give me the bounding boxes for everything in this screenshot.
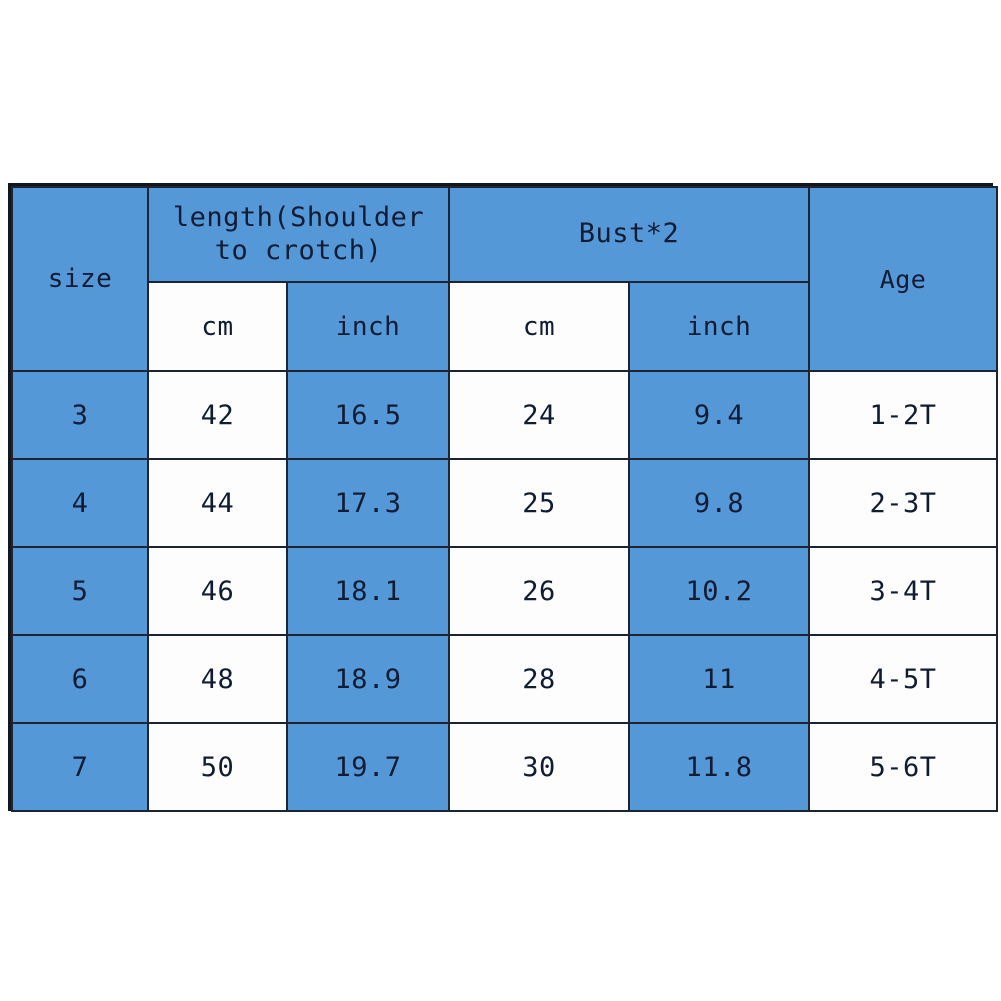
header-bust-inch: inch [628, 281, 811, 372]
cell-size: 6 [11, 634, 149, 724]
cell-bust-cm: 28 [448, 634, 631, 724]
size-chart-table-container: size length(Shoulder to crotch) Bust*2 A… [8, 183, 999, 812]
cell-length-inch: 18.9 [285, 634, 451, 724]
header-age: Age [808, 186, 999, 372]
cell-age: 1-2T [808, 370, 999, 460]
cell-length-inch: 17.3 [285, 458, 451, 548]
header-row-group: size length(Shoulder to crotch) Bust*2 A… [11, 186, 999, 372]
cell-size: 5 [11, 546, 149, 636]
header-length-inch: inch [285, 281, 451, 372]
table-row: 3 42 16.5 24 9.4 1-2T [11, 370, 999, 460]
table-row: 4 44 17.3 25 9.8 2-3T [11, 458, 999, 548]
cell-size: 7 [11, 722, 149, 812]
cell-length-inch: 19.7 [285, 722, 451, 812]
cell-age: 5-6T [808, 722, 999, 812]
cell-bust-inch: 11.8 [628, 722, 811, 812]
cell-length-inch: 18.1 [285, 546, 451, 636]
cell-bust-inch: 9.8 [628, 458, 811, 548]
cell-bust-inch: 11 [628, 634, 811, 724]
size-chart-table: size length(Shoulder to crotch) Bust*2 A… [11, 186, 999, 812]
cell-length-cm: 50 [147, 722, 288, 812]
table-row: 6 48 18.9 28 11 4-5T [11, 634, 999, 724]
cell-bust-inch: 9.4 [628, 370, 811, 460]
cell-bust-inch: 10.2 [628, 546, 811, 636]
cell-bust-cm: 24 [448, 370, 631, 460]
cell-size: 3 [11, 370, 149, 460]
table-row: 5 46 18.1 26 10.2 3-4T [11, 546, 999, 636]
header-length-group: length(Shoulder to crotch) [146, 186, 451, 283]
header-size: size [11, 186, 149, 372]
cell-bust-cm: 26 [448, 546, 631, 636]
cell-age: 3-4T [808, 546, 999, 636]
cell-size: 4 [11, 458, 149, 548]
cell-bust-cm: 30 [448, 722, 631, 812]
cell-length-cm: 42 [147, 370, 288, 460]
table-row: 7 50 19.7 30 11.8 5-6T [11, 722, 999, 812]
cell-length-inch: 16.5 [285, 370, 451, 460]
cell-age: 4-5T [808, 634, 999, 724]
cell-length-cm: 44 [147, 458, 288, 548]
header-bust-cm: cm [448, 281, 631, 372]
header-bust-group: Bust*2 [448, 186, 811, 283]
header-length-cm: cm [147, 281, 288, 372]
cell-length-cm: 46 [147, 546, 288, 636]
cell-age: 2-3T [808, 458, 999, 548]
cell-length-cm: 48 [147, 634, 288, 724]
cell-bust-cm: 25 [448, 458, 631, 548]
